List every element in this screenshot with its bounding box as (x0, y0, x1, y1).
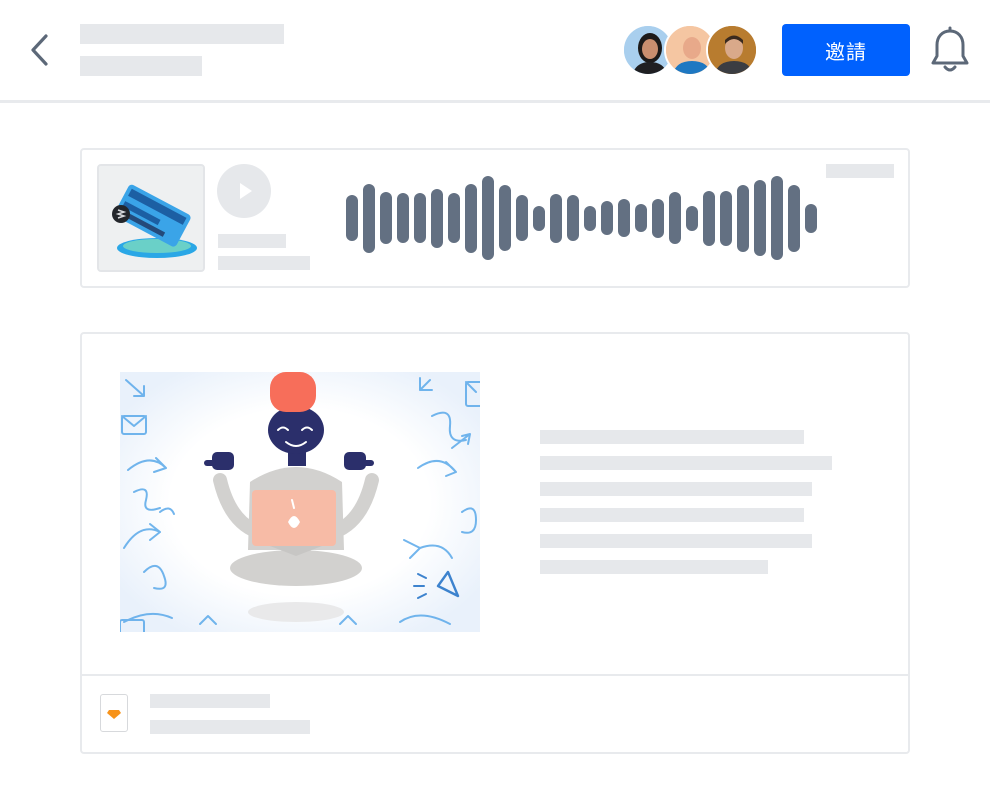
waveform-bar (363, 184, 375, 253)
sketch-diamond-icon (107, 710, 121, 719)
waveform-bar (771, 176, 783, 260)
notifications-button[interactable] (928, 26, 972, 76)
text-line-placeholder (540, 482, 812, 496)
file-name-placeholder (150, 694, 270, 708)
waveform-bar (686, 206, 698, 231)
waveform-bar (465, 184, 477, 253)
waveform-bar (499, 185, 511, 251)
waveform-bar (737, 185, 749, 252)
document-preview-card[interactable] (80, 332, 910, 754)
audio-meta-placeholder (218, 256, 310, 270)
audio-duration-placeholder (826, 164, 894, 178)
waveform-bar (482, 176, 494, 260)
waveform-bar (788, 185, 800, 252)
audio-thumbnail[interactable] (97, 164, 205, 272)
waveform-bar (669, 192, 681, 244)
waveform-bar (550, 194, 562, 243)
waveform-bar (720, 191, 732, 246)
chevron-left-icon (31, 34, 48, 66)
text-line-placeholder (540, 456, 832, 470)
page-title-placeholder (80, 24, 284, 44)
waveform-bar (431, 189, 443, 248)
waveform-bar (414, 193, 426, 243)
bell-icon (931, 26, 969, 72)
waveform-bar (346, 195, 358, 241)
waveform-bar (618, 199, 630, 237)
text-line-placeholder (540, 534, 812, 548)
audio-title-placeholder (218, 234, 286, 248)
page-subtitle-placeholder (80, 56, 202, 76)
card-divider (82, 674, 908, 676)
file-type-icon[interactable] (100, 694, 128, 732)
waveform-bar (754, 180, 766, 256)
text-line-placeholder (540, 508, 804, 522)
waveform-bar (567, 195, 579, 241)
audio-file-card[interactable] (80, 148, 910, 288)
waveform-bar (516, 195, 528, 241)
waveform-bar (652, 199, 664, 238)
play-icon (240, 183, 252, 199)
avatar-member-3[interactable] (706, 24, 758, 76)
play-button[interactable] (217, 164, 271, 218)
text-line-placeholder (540, 560, 768, 574)
audio-waveform[interactable] (346, 176, 817, 260)
back-button[interactable] (24, 30, 58, 70)
meditation-illustration (120, 372, 480, 632)
waveform-bar (601, 201, 613, 235)
file-meta-placeholder (150, 720, 310, 734)
invite-button[interactable]: 邀請 (782, 24, 910, 76)
waveform-bar (448, 193, 460, 243)
waveform-bar (533, 206, 545, 231)
waveform-bar (380, 192, 392, 244)
waveform-bar (584, 206, 596, 231)
waveform-bar (703, 191, 715, 246)
waveform-bar (635, 204, 647, 232)
page-header: 邀請 (0, 0, 990, 100)
waveform-bar (397, 193, 409, 243)
header-divider (0, 100, 990, 103)
text-line-placeholder (540, 430, 804, 444)
waveform-bar (805, 204, 817, 233)
